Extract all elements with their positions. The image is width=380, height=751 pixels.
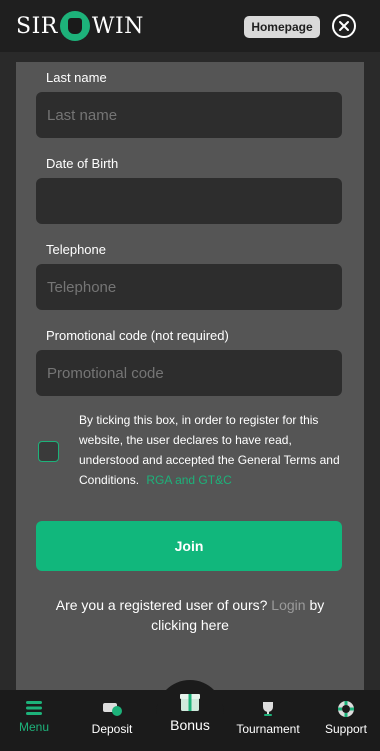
nav-support-label: Support xyxy=(324,722,368,736)
close-icon[interactable] xyxy=(332,14,356,38)
nav-item-tournament[interactable]: Tournament xyxy=(230,700,306,736)
nav-deposit-label: Deposit xyxy=(91,722,133,736)
top-header: SIR WIN Homepage xyxy=(0,0,380,52)
promo-code-input[interactable] xyxy=(36,350,342,396)
join-button[interactable]: Join xyxy=(36,521,342,571)
nav-item-support[interactable]: Support xyxy=(308,700,380,736)
logo-badge-icon xyxy=(59,11,90,41)
terms-text-block: By ticking this box, in order to registe… xyxy=(79,410,347,490)
login-prefix: Are you a registered user of ours? xyxy=(55,597,268,613)
support-icon xyxy=(338,701,354,717)
nav-tournament-label: Tournament xyxy=(236,722,300,736)
telephone-label: Telephone xyxy=(46,242,106,257)
menu-icon xyxy=(26,701,42,715)
login-link[interactable]: Login xyxy=(271,597,305,613)
telephone-input[interactable] xyxy=(36,264,342,310)
nav-menu-label: Menu xyxy=(18,720,50,734)
last-name-input[interactable] xyxy=(36,92,342,138)
nav-item-bonus[interactable]: Bonus xyxy=(152,689,228,733)
nav-item-menu[interactable]: Menu xyxy=(0,700,72,734)
gift-icon xyxy=(180,694,200,711)
brand-logo[interactable]: SIR WIN xyxy=(16,8,144,44)
trophy-icon xyxy=(263,702,273,716)
dob-input[interactable] xyxy=(36,178,342,224)
deposit-icon xyxy=(103,703,122,716)
logo-text-right: WIN xyxy=(91,13,144,39)
homepage-button[interactable]: Homepage xyxy=(244,16,320,38)
last-name-label: Last name xyxy=(46,70,107,85)
terms-checkbox[interactable] xyxy=(38,441,59,462)
login-prompt: Are you a registered user of ours? Login… xyxy=(40,595,340,635)
logo-text-left: SIR xyxy=(16,13,58,39)
nav-bonus-label: Bonus xyxy=(170,717,210,733)
promo-code-label: Promotional code (not required) xyxy=(46,328,229,343)
terms-link[interactable]: RGA and GT&C xyxy=(146,473,231,487)
nav-item-deposit[interactable]: Deposit xyxy=(74,700,150,736)
dob-label: Date of Birth xyxy=(46,156,119,171)
